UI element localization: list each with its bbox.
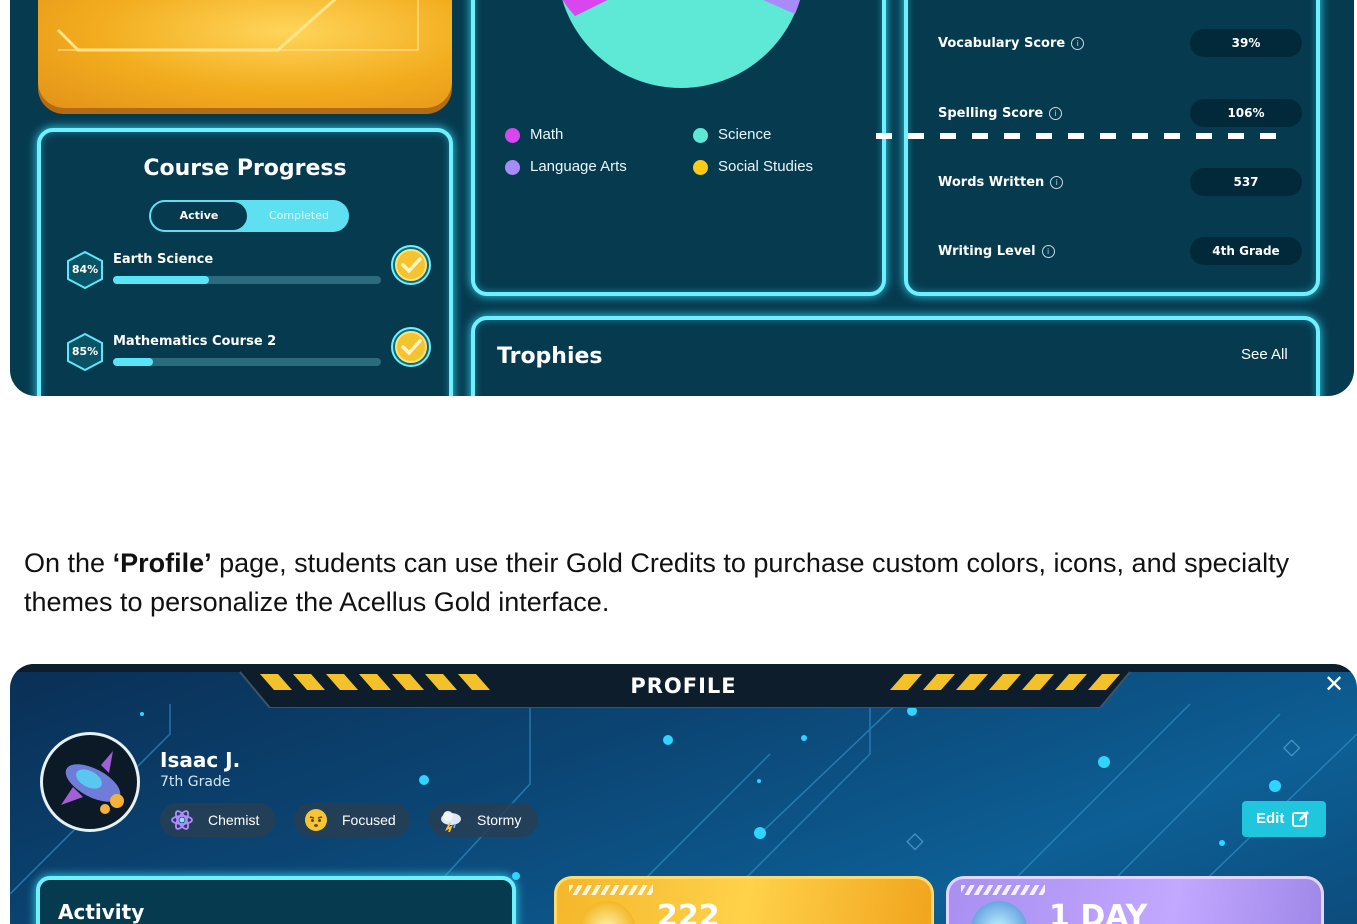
legend-label: Math — [530, 126, 564, 143]
trophies-panel: Trophies See All — [471, 316, 1320, 396]
progress-bar — [113, 358, 381, 366]
stat-label: Vocabulary Score i — [938, 36, 1085, 51]
legend-label: Social Studies — [718, 158, 814, 175]
course-progress-panel: Course Progress Active Completed 84% Ear… — [37, 128, 453, 396]
gold-card — [38, 0, 452, 108]
info-icon[interactable]: i — [1049, 107, 1063, 120]
check-badge-icon — [390, 326, 432, 368]
trophies-title: Trophies — [497, 344, 603, 369]
see-all-link[interactable]: See All — [1241, 346, 1288, 363]
legend-dot — [693, 160, 708, 175]
close-button[interactable]: ✕ — [1322, 672, 1346, 696]
dashed-divider — [876, 133, 1276, 139]
description-bold: ‘Profile’ — [112, 548, 212, 578]
spaceship-icon — [61, 751, 124, 814]
stat-row: Vocabulary Score i 39% — [938, 29, 1308, 59]
tab-active[interactable]: Active — [149, 200, 249, 232]
atom-icon — [171, 810, 193, 830]
profile-screenshot: PROFILE ✕ Isaac J. 7th Grade Chemist Foc… — [10, 664, 1357, 924]
stat-label-text: Words Written — [938, 175, 1045, 190]
course-progress-title: Course Progress — [143, 156, 347, 181]
percent-hexagon: 85% — [65, 332, 105, 372]
storm-cloud-icon — [441, 811, 461, 832]
progress-bar-fill — [113, 276, 210, 284]
stat-label: Writing Level i — [938, 244, 1055, 259]
progress-bar-fill — [113, 358, 154, 366]
badge-chip[interactable]: Stormy — [429, 803, 538, 837]
stat-row: Writing Level i 4th Grade — [938, 237, 1308, 267]
user-name: Isaac J. — [160, 748, 241, 772]
tab-completed[interactable]: Completed — [249, 200, 349, 232]
check-badge-icon — [390, 244, 432, 286]
profile-title: PROFILE — [630, 674, 737, 698]
legend-dot — [505, 128, 520, 143]
course-percent: 85% — [71, 345, 99, 358]
badge-chip[interactable]: Chemist — [160, 803, 275, 837]
course-name: Mathematics Course 2 — [113, 334, 277, 349]
description-suffix: page, students can use their Gold Credit… — [24, 548, 1290, 617]
legend-dot — [505, 160, 520, 175]
edit-label: Edit — [1256, 810, 1285, 827]
stat-value: 537 — [1190, 168, 1302, 196]
gold-card-decoration — [56, 0, 419, 52]
dashboard-screenshot: Course Progress Active Completed 84% Ear… — [10, 0, 1354, 396]
user-grade: 7th Grade — [160, 774, 231, 790]
chip-label: Stormy — [477, 812, 522, 828]
pie-slice-science — [562, 0, 800, 88]
description-text: On the ‘Profile’ page, students can use … — [24, 544, 1324, 622]
card-stripes — [569, 885, 653, 895]
activity-title: Activity — [58, 900, 145, 924]
legend-label: Science — [718, 126, 772, 143]
stat-row: Spelling Score i 106% — [938, 99, 1308, 129]
gold-credits-card: 222 — [554, 876, 934, 924]
stat-value: 39% — [1190, 29, 1302, 57]
gold-coin-icon — [579, 901, 635, 924]
globe-icon — [971, 901, 1027, 924]
badge-chip[interactable]: Focused — [294, 803, 410, 837]
card-stripes — [961, 885, 1045, 895]
course-row[interactable]: 85% Mathematics Course 2 — [65, 327, 435, 378]
stat-label: Spelling Score i — [938, 106, 1063, 121]
progress-bar — [113, 276, 381, 284]
legend-dot — [693, 128, 708, 143]
description-prefix: On the — [24, 548, 113, 578]
stat-label: Words Written i — [938, 175, 1064, 190]
writing-stats-panel: Vocabulary Score i 39% Spelling Score i 10… — [904, 0, 1320, 296]
course-row[interactable]: 84% Earth Science — [65, 245, 435, 296]
info-icon[interactable]: i — [1050, 176, 1064, 189]
stat-value: 106% — [1190, 99, 1302, 127]
percent-hexagon: 84% — [65, 250, 105, 290]
subject-chart-panel: Math Science Language Arts Social Studie… — [471, 0, 886, 296]
info-icon[interactable]: i — [1041, 245, 1055, 258]
course-percent: 84% — [71, 263, 99, 276]
activity-panel: Activity — [36, 876, 516, 924]
focused-face-icon — [305, 809, 327, 831]
stat-row: Words Written i 537 — [938, 168, 1308, 198]
edit-pencil-icon — [1292, 811, 1309, 827]
edit-profile-button[interactable]: Edit — [1242, 801, 1326, 837]
streak-value: 1 DAY — [1049, 899, 1148, 924]
info-icon[interactable]: i — [1071, 37, 1085, 50]
streak-card: 1 DAY — [946, 876, 1324, 924]
credits-value: 222 — [657, 899, 720, 924]
stat-label-text: Writing Level — [938, 244, 1036, 259]
chip-label: Chemist — [208, 812, 260, 828]
course-name: Earth Science — [113, 252, 214, 267]
subject-pie-chart — [562, 0, 800, 88]
stat-label-text: Spelling Score — [938, 106, 1044, 121]
stat-value: 4th Grade — [1190, 237, 1302, 265]
avatar[interactable] — [40, 732, 140, 832]
stat-label-text: Vocabulary Score — [938, 36, 1066, 51]
chip-label: Focused — [342, 812, 396, 828]
legend-label: Language Arts — [530, 158, 627, 175]
course-status-toggle[interactable]: Active Completed — [149, 200, 349, 232]
